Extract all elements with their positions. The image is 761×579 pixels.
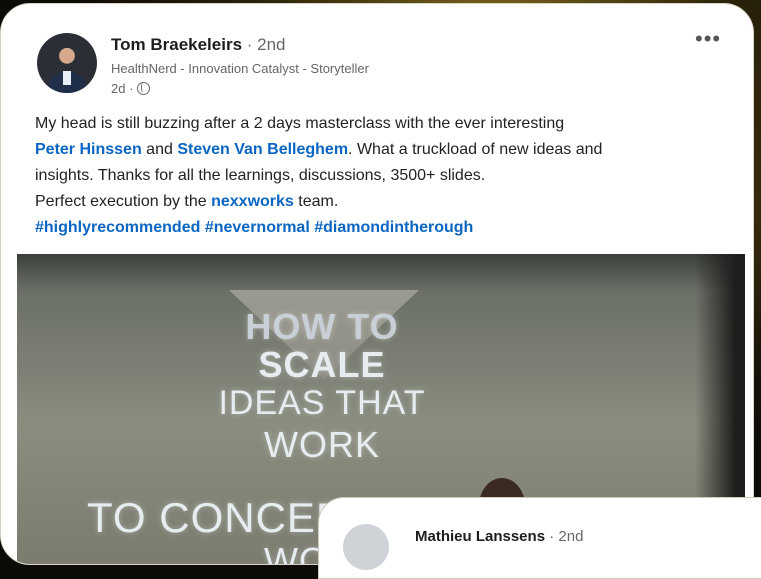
globe-icon	[137, 82, 151, 95]
slide-text-line-1: HOW TO	[245, 306, 399, 347]
next-post-degree: · 2nd	[549, 528, 584, 545]
slide-text-line-2: SCALE	[258, 344, 386, 385]
next-post-card: Mathieu Lanssens · 2nd	[318, 497, 761, 579]
post-card: Tom Braekeleirs · 2nd HealthNerd - Innov…	[0, 3, 754, 565]
author-avatar[interactable]	[37, 33, 97, 93]
post-text-line-2-rest: . What a truckload of new ideas and	[348, 141, 603, 158]
mention-peter-hinssen[interactable]: Peter Hinssen	[35, 141, 142, 158]
hashtag-highlyrecommended[interactable]: #highlyrecommended	[35, 219, 200, 236]
hashtag-diamondintherough[interactable]: #diamondintherough	[314, 219, 473, 236]
author-headline: HealthNerd - Innovation Catalyst - Story…	[111, 61, 369, 76]
hashtag-nevernormal[interactable]: #nevernormal	[205, 219, 310, 236]
slide-text-line-4: WORK	[264, 424, 380, 465]
post-text-line-4: Perfect execution by the nexxworks team.	[35, 189, 725, 215]
text-and: and	[141, 141, 178, 158]
post-text-line-1: My head is still buzzing after a 2 days …	[35, 115, 565, 132]
post-text-line-4-start: Perfect execution by the	[35, 193, 212, 210]
post-time: 2d ·	[111, 81, 134, 96]
author-name-line: Tom Braekeleirs · 2nd	[111, 35, 286, 55]
next-post-avatar[interactable]	[343, 524, 389, 570]
avatar-shirt	[63, 71, 71, 85]
post-text-line-2: Peter Hinssen and Steven Van Belleghem. …	[35, 137, 725, 163]
hashtags: #highlyrecommended #nevernormal #diamond…	[35, 215, 725, 241]
post-meta: 2d ·	[111, 81, 151, 96]
post-text-line-4-end: team.	[293, 193, 339, 210]
connection-degree: · 2nd	[246, 35, 286, 54]
next-post-author-name[interactable]: Mathieu Lanssens	[415, 528, 545, 545]
more-options-button[interactable]: •••	[695, 26, 721, 52]
post-text-line-3: insights. Thanks for all the learnings, …	[35, 167, 486, 184]
next-post-name-line: Mathieu Lanssens · 2nd	[415, 528, 583, 545]
post-text: My head is still buzzing after a 2 days …	[35, 111, 725, 241]
slide-text-line-3: IDEAS THAT	[218, 384, 426, 422]
mention-nexxworks[interactable]: nexxworks	[211, 193, 294, 210]
mention-steven-van-belleghem[interactable]: Steven Van Belleghem	[177, 141, 348, 158]
author-name[interactable]: Tom Braekeleirs	[111, 35, 242, 54]
